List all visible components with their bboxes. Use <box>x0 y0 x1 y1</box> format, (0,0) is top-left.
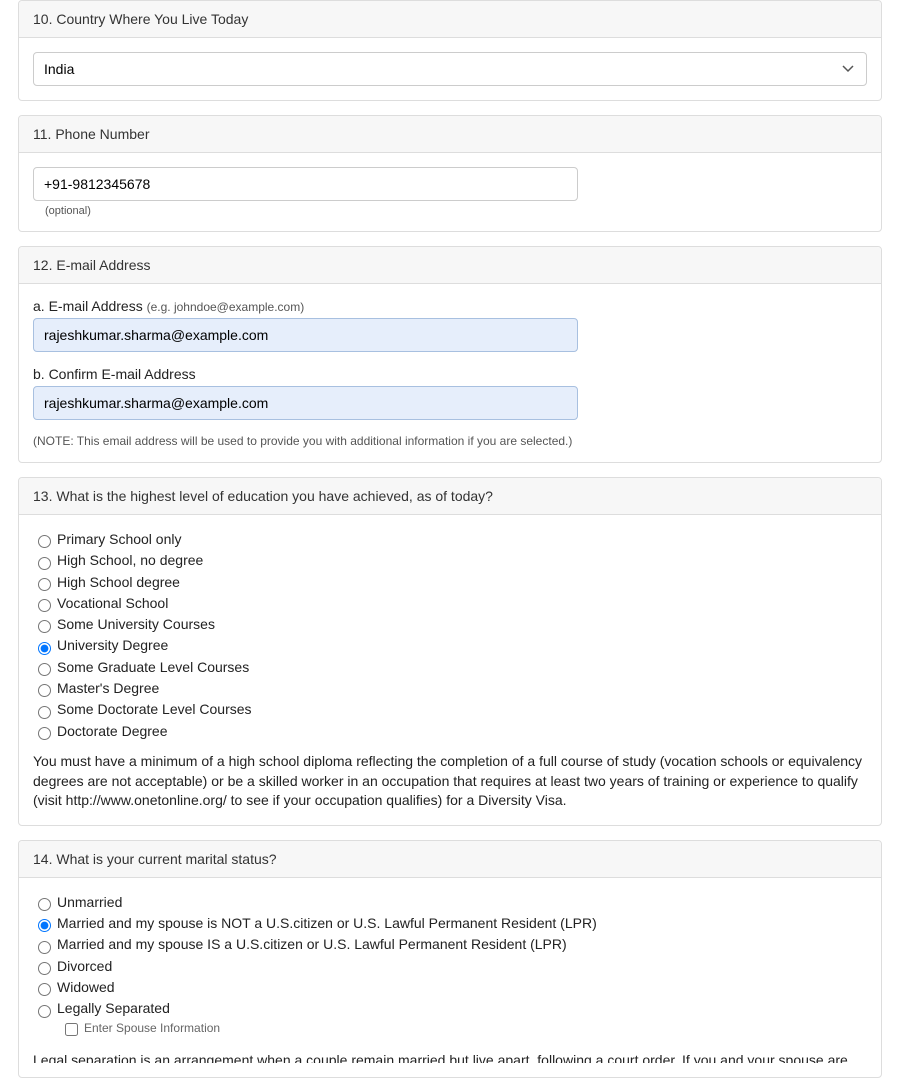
education-radio[interactable] <box>38 620 51 633</box>
marital-option-label[interactable]: Widowed <box>33 979 115 995</box>
spouse-info-label[interactable]: Enter Spouse Information <box>61 1021 220 1035</box>
education-option-label[interactable]: Master's Degree <box>33 680 159 696</box>
marital-radio[interactable] <box>38 919 51 932</box>
section-body-education: Primary School only High School, no degre… <box>19 515 881 825</box>
education-option-text: Primary School only <box>57 531 182 547</box>
education-radio[interactable] <box>38 727 51 740</box>
section-header-email: 12. E-mail Address <box>19 247 881 284</box>
marital-option: Married and my spouse is NOT a U.S.citiz… <box>33 913 867 934</box>
education-option: Master's Degree <box>33 678 867 699</box>
email-a-hint: (e.g. johndoe@example.com) <box>147 300 305 314</box>
education-option-text: Vocational School <box>57 595 168 611</box>
marital-radio[interactable] <box>38 898 51 911</box>
education-radio[interactable] <box>38 663 51 676</box>
education-radio-list: Primary School only High School, no degre… <box>33 529 867 742</box>
section-country: 10. Country Where You Live Today India <box>18 0 882 101</box>
section-phone: 11. Phone Number (optional) <box>18 115 882 232</box>
marital-option-text: Divorced <box>57 958 112 974</box>
marital-option-text: Married and my spouse is NOT a U.S.citiz… <box>57 915 597 931</box>
education-option-text: High School degree <box>57 574 180 590</box>
email-a-label: a. E-mail Address <box>33 298 147 314</box>
education-option-text: Some Doctorate Level Courses <box>57 701 252 717</box>
education-radio[interactable] <box>38 535 51 548</box>
education-radio[interactable] <box>38 706 51 719</box>
section-email: 12. E-mail Address a. E-mail Address (e.… <box>18 246 882 463</box>
education-radio[interactable] <box>38 599 51 612</box>
marital-option: Married and my spouse IS a U.S.citizen o… <box>33 934 867 955</box>
education-option-text: Some University Courses <box>57 616 215 632</box>
education-option: High School, no degree <box>33 550 867 571</box>
marital-option: Unmarried <box>33 892 867 913</box>
marital-option-text: Married and my spouse IS a U.S.citizen o… <box>57 936 567 952</box>
spouse-info-text: Enter Spouse Information <box>84 1021 220 1035</box>
phone-input[interactable] <box>33 167 578 201</box>
education-option: Doctorate Degree <box>33 721 867 742</box>
spouse-info-sub: Enter Spouse Information <box>61 1018 867 1039</box>
education-option-text: Master's Degree <box>57 680 159 696</box>
education-option-text: Doctorate Degree <box>57 723 168 739</box>
marital-option-label[interactable]: Married and my spouse is NOT a U.S.citiz… <box>33 915 597 931</box>
email-note: (NOTE: This email address will be used t… <box>33 434 867 448</box>
spouse-info-checkbox[interactable] <box>65 1023 78 1036</box>
marital-option: Widowed <box>33 977 867 998</box>
marital-option-label[interactable]: Unmarried <box>33 894 122 910</box>
education-radio[interactable] <box>38 642 51 655</box>
section-body-phone: (optional) <box>19 153 881 231</box>
section-header-country: 10. Country Where You Live Today <box>19 1 881 38</box>
marital-option-text: Widowed <box>57 979 115 995</box>
education-option-text: Some Graduate Level Courses <box>57 659 249 675</box>
marital-option-text: Legally Separated <box>57 1000 170 1016</box>
education-option-label[interactable]: Some Doctorate Level Courses <box>33 701 252 717</box>
marital-option: Divorced <box>33 956 867 977</box>
section-header-education: 13. What is the highest level of educati… <box>19 478 881 515</box>
phone-optional-note: (optional) <box>33 205 867 217</box>
education-option-label[interactable]: High School degree <box>33 574 180 590</box>
education-radio[interactable] <box>38 578 51 591</box>
education-info: You must have a minimum of a high school… <box>33 752 867 811</box>
country-select[interactable]: India <box>33 52 867 86</box>
education-option: Some Graduate Level Courses <box>33 657 867 678</box>
section-education: 13. What is the highest level of educati… <box>18 477 882 826</box>
education-option: University Degree <box>33 635 867 656</box>
marital-option-label[interactable]: Legally Separated <box>33 1000 170 1016</box>
education-radio[interactable] <box>38 684 51 697</box>
education-radio[interactable] <box>38 557 51 570</box>
marital-radio[interactable] <box>38 983 51 996</box>
marital-radio-list: Unmarried Married and my spouse is NOT a … <box>33 892 867 1041</box>
section-marital: 14. What is your current marital status?… <box>18 840 882 1078</box>
education-option-label[interactable]: Some University Courses <box>33 616 215 632</box>
education-option: High School degree <box>33 572 867 593</box>
email-a-input[interactable] <box>33 318 578 352</box>
marital-option-label[interactable]: Married and my spouse IS a U.S.citizen o… <box>33 936 567 952</box>
marital-option-text: Unmarried <box>57 894 122 910</box>
education-option: Primary School only <box>33 529 867 550</box>
education-option-label[interactable]: High School, no degree <box>33 552 203 568</box>
marital-option-label[interactable]: Divorced <box>33 958 112 974</box>
email-b-input[interactable] <box>33 386 578 420</box>
marital-radio[interactable] <box>38 1005 51 1018</box>
education-option-label[interactable]: Doctorate Degree <box>33 723 168 739</box>
section-body-country: India <box>19 38 881 100</box>
section-header-marital: 14. What is your current marital status? <box>19 841 881 878</box>
education-option-label[interactable]: Some Graduate Level Courses <box>33 659 249 675</box>
marital-radio[interactable] <box>38 962 51 975</box>
education-option-label[interactable]: Primary School only <box>33 531 182 547</box>
section-header-phone: 11. Phone Number <box>19 116 881 153</box>
education-option: Some Doctorate Level Courses <box>33 699 867 720</box>
marital-radio[interactable] <box>38 941 51 954</box>
marital-option: Legally Separated Enter Spouse Informatio… <box>33 998 867 1040</box>
marital-cutoff-text: Legal separation is an arrangement when … <box>33 1051 867 1063</box>
email-b-label: b. Confirm E-mail Address <box>33 366 867 382</box>
education-option-text: University Degree <box>57 637 168 653</box>
education-option-label[interactable]: University Degree <box>33 637 168 653</box>
education-option-text: High School, no degree <box>57 552 203 568</box>
section-body-email: a. E-mail Address (e.g. johndoe@example.… <box>19 284 881 462</box>
education-option: Some University Courses <box>33 614 867 635</box>
email-group-b: b. Confirm E-mail Address <box>33 366 867 420</box>
email-a-label-row: a. E-mail Address (e.g. johndoe@example.… <box>33 298 867 314</box>
education-option-label[interactable]: Vocational School <box>33 595 168 611</box>
section-body-marital: Unmarried Married and my spouse is NOT a … <box>19 878 881 1077</box>
email-group-a: a. E-mail Address (e.g. johndoe@example.… <box>33 298 867 352</box>
education-option: Vocational School <box>33 593 867 614</box>
